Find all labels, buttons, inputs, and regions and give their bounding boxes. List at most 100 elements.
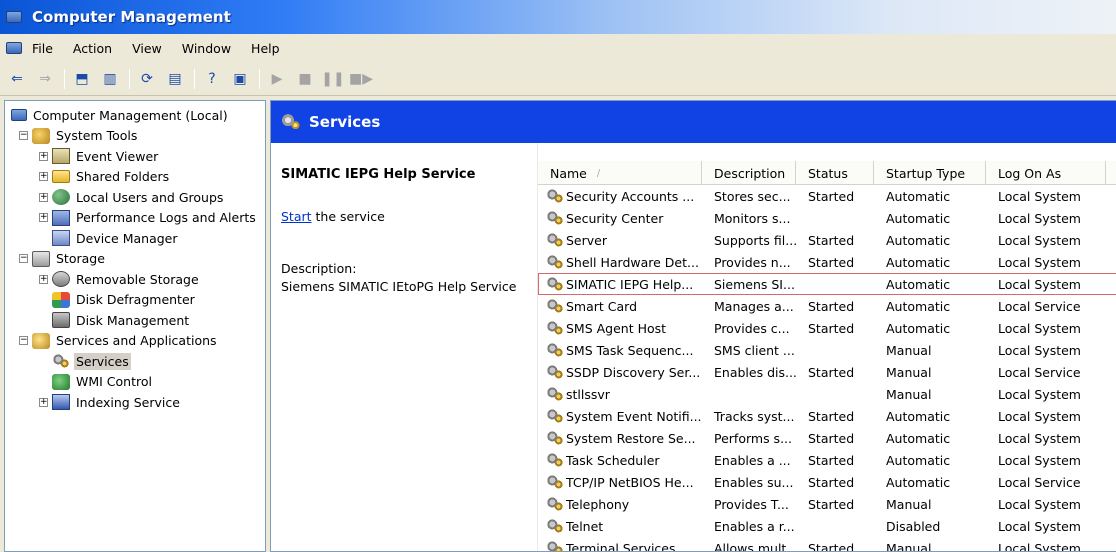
table-row[interactable]: Telephony Provides T... Started Manual Local… — [538, 493, 1116, 515]
tree-item[interactable]: − System Tools — [19, 126, 139, 146]
cell-status: Started — [808, 298, 855, 314]
service-gear-icon — [546, 540, 564, 551]
sort-ascending-icon: / — [596, 167, 601, 179]
refresh-icon[interactable]: ⟳ — [136, 68, 158, 90]
tree-item-label: Disk Defragmenter — [76, 292, 195, 307]
menu-help[interactable]: Help — [251, 41, 280, 56]
properties-icon[interactable]: ▣ — [229, 68, 251, 90]
table-row[interactable]: SMS Task Sequenc... SMS client ... Manual L… — [538, 339, 1116, 361]
menu-action[interactable]: Action — [73, 41, 112, 56]
tree-item[interactable]: − Storage — [19, 249, 107, 269]
expand-icon[interactable]: + — [39, 172, 48, 181]
expand-icon[interactable]: + — [39, 192, 48, 202]
tree-item[interactable]: Computer Management (Local) — [11, 105, 230, 125]
service-gear-icon — [546, 320, 564, 336]
tree-item[interactable]: Services — [39, 351, 131, 371]
cell-log-on-as: Local System — [998, 342, 1081, 358]
tree-item[interactable]: − Services and Applications — [19, 331, 219, 351]
system-menu-icon[interactable] — [6, 42, 22, 54]
tree-item[interactable]: + Local Users and Groups — [39, 187, 225, 207]
console-tree[interactable]: Computer Management (Local) − System Tools… — [4, 100, 266, 552]
table-row[interactable]: Server Supports fil... Started Automatic Loc… — [538, 229, 1116, 251]
tree-item-label: WMI Control — [76, 374, 152, 389]
service-gear-icon — [546, 386, 564, 402]
pause-icon[interactable]: ❚❚ — [321, 68, 344, 90]
users-icon — [52, 189, 70, 205]
expand-icon[interactable]: + — [39, 151, 48, 161]
service-gear-icon — [546, 518, 564, 534]
table-row[interactable]: Shell Hardware Det... Provides n... Starte… — [538, 251, 1116, 273]
menu-window[interactable]: Window — [182, 41, 231, 56]
table-row[interactable]: Terminal Services Allows mult... Started Ma… — [538, 537, 1116, 552]
column-header-description[interactable]: Description — [702, 161, 796, 185]
cell-startup-type: Automatic — [886, 320, 951, 336]
cell-name: Security Center — [538, 210, 702, 226]
up-folder-icon[interactable]: ⬒ — [71, 68, 93, 90]
table-row[interactable]: Telnet Enables a r... Disabled Local System — [538, 515, 1116, 537]
cell-log-on-as: Local System — [998, 496, 1081, 512]
tree-item[interactable]: + Shared Folders — [39, 167, 171, 187]
table-row[interactable]: SIMATIC IEPG Help... Siemens SI... Automat… — [538, 273, 1116, 295]
cell-name: Terminal Services — [538, 540, 702, 551]
expand-icon[interactable]: + — [39, 397, 48, 407]
table-row[interactable]: stllssvr Manual Local System — [538, 383, 1116, 405]
cell-startup-type: Automatic — [886, 452, 951, 468]
tree-item[interactable]: WMI Control — [39, 372, 154, 392]
export-list-icon[interactable]: ▤ — [164, 68, 186, 90]
cell-log-on-as: Local Service — [998, 364, 1081, 380]
collapse-icon[interactable]: − — [19, 254, 28, 263]
table-row[interactable]: Task Scheduler Enables a ... Started Automa… — [538, 449, 1116, 471]
cell-startup-type: Manual — [886, 496, 932, 512]
services-list[interactable]: Name / Description Status Startup Type Lo… — [537, 143, 1116, 552]
cell-status: Started — [808, 188, 855, 204]
column-header-name[interactable]: Name / — [538, 161, 702, 185]
menu-file[interactable]: File — [32, 41, 53, 56]
back-arrow-icon[interactable]: ⇐ — [6, 68, 28, 90]
collapse-icon[interactable]: − — [19, 336, 28, 345]
tree-item[interactable]: + Indexing Service — [39, 392, 182, 412]
cell-status: Started — [808, 232, 855, 248]
table-row[interactable]: SMS Agent Host Provides c... Started Automa… — [538, 317, 1116, 339]
table-row[interactable]: Security Accounts ... Stores sec... Starte… — [538, 185, 1116, 207]
tree-item[interactable]: Disk Management — [39, 310, 191, 330]
column-header-status[interactable]: Status — [796, 161, 874, 185]
computer-management-window: Computer Management File Action View Win… — [0, 0, 1116, 552]
forward-arrow-icon[interactable]: ⇒ — [34, 68, 56, 90]
play-icon[interactable]: ▶ — [266, 68, 288, 90]
service-gear-icon — [546, 364, 564, 380]
cell-description: Siemens SI... — [714, 276, 795, 292]
cell-startup-type: Automatic — [886, 474, 951, 490]
cell-startup-type: Automatic — [886, 210, 951, 226]
expand-icon[interactable]: + — [39, 213, 48, 222]
column-header-startup-type[interactable]: Startup Type — [874, 161, 986, 185]
table-row[interactable]: TCP/IP NetBIOS He... Enables su... Started… — [538, 471, 1116, 493]
table-row[interactable]: SSDP Discovery Ser... Enables dis... Start… — [538, 361, 1116, 383]
table-row[interactable]: System Event Notifi... Tracks syst... Star… — [538, 405, 1116, 427]
service-name: Security Accounts ... — [566, 188, 695, 204]
stop-icon[interactable]: ■ — [294, 68, 316, 90]
cell-description: Provides n... — [714, 254, 791, 270]
tree-item[interactable]: + Removable Storage — [39, 269, 201, 289]
tree-item[interactable]: + Performance Logs and Alerts — [39, 208, 258, 228]
tree-item[interactable]: Disk Defragmenter — [39, 290, 197, 310]
cell-name: SSDP Discovery Ser... — [538, 364, 702, 380]
menu-view[interactable]: View — [132, 41, 162, 56]
restart-icon[interactable]: ■▶ — [349, 68, 373, 90]
tree-item[interactable]: Device Manager — [39, 228, 180, 248]
collapse-icon[interactable]: − — [19, 131, 28, 140]
tree-item[interactable]: + Event Viewer — [39, 146, 160, 166]
show-hide-tree-icon[interactable]: ▥ — [99, 68, 121, 90]
cell-status: Started — [808, 254, 855, 270]
expand-icon[interactable]: + — [39, 274, 48, 284]
cell-status: Started — [808, 540, 855, 552]
extended-description: SIMATIC IEPG Help Service Start the serv… — [271, 143, 537, 551]
cell-log-on-as: Local System — [998, 518, 1081, 534]
service-name: SIMATIC IEPG Help... — [566, 276, 694, 292]
index-icon — [52, 394, 70, 410]
table-row[interactable]: Security Center Monitors s... Automatic Loc… — [538, 207, 1116, 229]
start-service-link[interactable]: Start — [281, 209, 312, 224]
help-icon[interactable]: ? — [201, 68, 223, 90]
column-header-log-on-as[interactable]: Log On As — [986, 161, 1106, 185]
table-row[interactable]: Smart Card Manages a... Started Automatic Lo… — [538, 295, 1116, 317]
table-row[interactable]: System Restore Se... Performs s... Started… — [538, 427, 1116, 449]
